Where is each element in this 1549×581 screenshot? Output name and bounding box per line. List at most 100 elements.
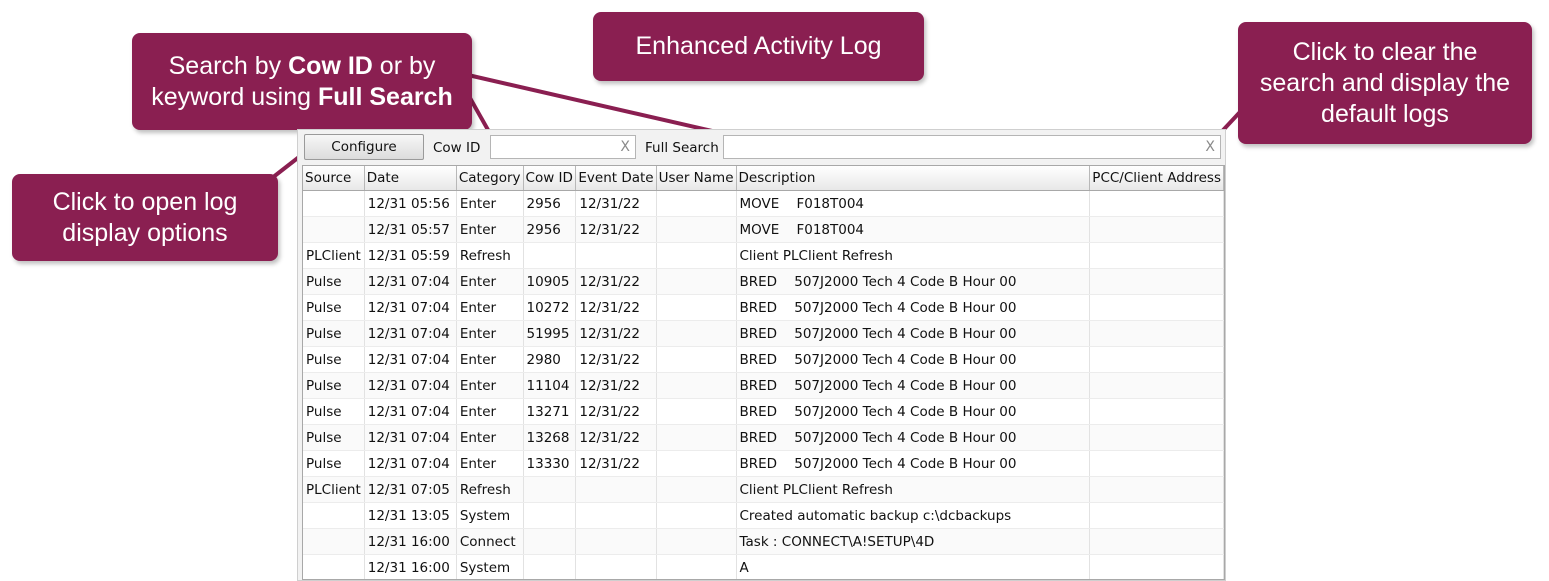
table-cell xyxy=(656,528,737,555)
table-cell xyxy=(656,242,737,269)
table-cell: Pulse xyxy=(303,398,365,425)
table-cell: BRED 507J2000 Tech 4 Code B Hour 00 xyxy=(736,372,1091,399)
table-cell xyxy=(656,372,737,399)
table-cell: 12/31/22 xyxy=(575,450,657,477)
table-cell: BRED 507J2000 Tech 4 Code B Hour 00 xyxy=(736,450,1091,477)
table-cell: System xyxy=(456,554,524,579)
table-cell: MOVE F018T004 xyxy=(736,216,1091,243)
full-search-clear-icon[interactable]: X xyxy=(1205,139,1215,155)
table-cell: Enter xyxy=(456,450,524,477)
table-cell: 12/31/22 xyxy=(575,424,657,451)
column-header[interactable]: Source xyxy=(303,166,365,191)
table-row[interactable]: 12/31 05:56 Enter 2956 12/31/22 MOVE F018T00… xyxy=(303,190,1224,217)
table-cell: 12/31/22 xyxy=(575,346,657,373)
table-cell: 13271 xyxy=(523,398,577,425)
table-cell: 12/31 07:04 xyxy=(364,346,457,373)
table-row[interactable]: 12/31 05:57 Enter 2956 12/31/22 MOVE F018T00… xyxy=(303,216,1224,243)
table-cell xyxy=(1089,320,1224,347)
cow-id-label: Cow ID xyxy=(433,140,481,156)
table-cell: 12/31 07:04 xyxy=(364,372,457,399)
table-cell: Pulse xyxy=(303,268,365,295)
table-cell: 11104 xyxy=(523,372,577,399)
table-cell: 12/31 07:04 xyxy=(364,424,457,451)
table-cell: 12/31/22 xyxy=(575,398,657,425)
table-cell: PLClient xyxy=(303,476,365,503)
table-cell: Pulse xyxy=(303,450,365,477)
column-header[interactable]: Cow ID xyxy=(523,166,577,191)
table-cell xyxy=(1089,424,1224,451)
table-cell: 12/31/22 xyxy=(575,320,657,347)
table-cell: Enter xyxy=(456,294,524,321)
table-cell xyxy=(523,502,577,529)
table-row[interactable]: 12/31 16:00 Connect Task : CONNECT\A!SETUP… xyxy=(303,528,1224,555)
activity-log-window: Configure Cow ID X Full Search X Source D… xyxy=(297,129,1226,581)
configure-callout: Click to open log display options xyxy=(12,174,278,261)
table-row[interactable]: Pulse 12/31 07:04 Enter 2980 12/31/22 BRED 50… xyxy=(303,346,1224,373)
table-row[interactable]: Pulse 12/31 07:04 Enter 13271 12/31/22 BRED 5… xyxy=(303,398,1224,425)
table-row[interactable]: Pulse 12/31 07:04 Enter 10272 12/31/22 BRED 5… xyxy=(303,294,1224,321)
activity-log-grid[interactable]: Source Date Category Cow ID Event Date User N… xyxy=(302,165,1225,580)
table-row[interactable]: 12/31 16:00 System A xyxy=(303,554,1224,579)
table-row[interactable]: PLClient 12/31 07:05 Refresh Client PLClien… xyxy=(303,476,1224,503)
table-row[interactable]: Pulse 12/31 07:04 Enter 13330 12/31/22 BRED 5… xyxy=(303,450,1224,477)
table-cell: Pulse xyxy=(303,346,365,373)
table-cell xyxy=(1089,476,1224,503)
toolbar: Configure Cow ID X Full Search X xyxy=(298,130,1225,164)
table-cell xyxy=(523,476,577,503)
table-cell: 51995 xyxy=(523,320,577,347)
table-cell: 12/31 05:57 xyxy=(364,216,457,243)
table-cell: Enter xyxy=(456,346,524,373)
table-cell: Pulse xyxy=(303,294,365,321)
table-cell xyxy=(656,320,737,347)
table-cell xyxy=(1089,450,1224,477)
table-cell xyxy=(656,190,737,217)
table-cell: 12/31 07:04 xyxy=(364,450,457,477)
table-cell: 12/31/22 xyxy=(575,372,657,399)
table-row[interactable]: Pulse 12/31 07:04 Enter 51995 12/31/22 BRED 5… xyxy=(303,320,1224,347)
column-header[interactable]: Date xyxy=(364,166,457,191)
table-cell: Enter xyxy=(456,320,524,347)
table-cell: PLClient xyxy=(303,242,365,269)
table-cell: 12/31 13:05 xyxy=(364,502,457,529)
cow-id-input[interactable] xyxy=(491,136,621,158)
table-cell xyxy=(1089,268,1224,295)
cow-id-clear-icon[interactable]: X xyxy=(620,139,630,155)
column-header[interactable]: Category xyxy=(456,166,524,191)
table-cell: MOVE F018T004 xyxy=(736,190,1091,217)
table-cell xyxy=(656,398,737,425)
table-row[interactable]: Pulse 12/31 07:04 Enter 10905 12/31/22 BRED 5… xyxy=(303,268,1224,295)
table-row[interactable]: 12/31 13:05 System Created automatic backu… xyxy=(303,502,1224,529)
column-header[interactable]: Description xyxy=(736,166,1091,191)
column-header[interactable]: Event Date xyxy=(575,166,657,191)
table-cell: Created automatic backup c:\dcbackups xyxy=(736,502,1091,529)
full-search-input[interactable] xyxy=(724,136,1206,158)
table-row[interactable]: Pulse 12/31 07:04 Enter 13268 12/31/22 BRED 5… xyxy=(303,424,1224,451)
table-cell: Pulse xyxy=(303,424,365,451)
table-cell: BRED 507J2000 Tech 4 Code B Hour 00 xyxy=(736,398,1091,425)
table-cell: 10905 xyxy=(523,268,577,295)
table-cell xyxy=(1089,190,1224,217)
table-cell xyxy=(303,554,365,579)
column-header[interactable]: User Name xyxy=(656,166,737,191)
table-cell: Enter xyxy=(456,268,524,295)
configure-button[interactable]: Configure xyxy=(304,134,424,160)
clear-callout-text: Click to clear the search and display th… xyxy=(1259,37,1511,128)
table-cell xyxy=(575,502,657,529)
column-header[interactable]: PCC/Client Address xyxy=(1089,166,1224,191)
table-cell: 12/31 07:04 xyxy=(364,268,457,295)
table-row[interactable]: PLClient 12/31 05:59 Refresh Client PLClien… xyxy=(303,242,1224,269)
table-cell: Enter xyxy=(456,424,524,451)
table-cell xyxy=(523,554,577,579)
table-row[interactable]: Pulse 12/31 07:04 Enter 11104 12/31/22 BRED 5… xyxy=(303,372,1224,399)
table-cell: Client PLClient Refresh xyxy=(736,476,1091,503)
table-cell: Enter xyxy=(456,372,524,399)
table-cell xyxy=(575,554,657,579)
table-cell: 13268 xyxy=(523,424,577,451)
table-cell: Pulse xyxy=(303,372,365,399)
title-callout-text: Enhanced Activity Log xyxy=(635,32,882,60)
table-cell xyxy=(575,242,657,269)
table-cell xyxy=(303,502,365,529)
table-body: 12/31 05:56 Enter 2956 12/31/22 MOVE F018T00… xyxy=(303,190,1224,579)
table-cell: 12/31/22 xyxy=(575,216,657,243)
table-cell: BRED 507J2000 Tech 4 Code B Hour 00 xyxy=(736,320,1091,347)
